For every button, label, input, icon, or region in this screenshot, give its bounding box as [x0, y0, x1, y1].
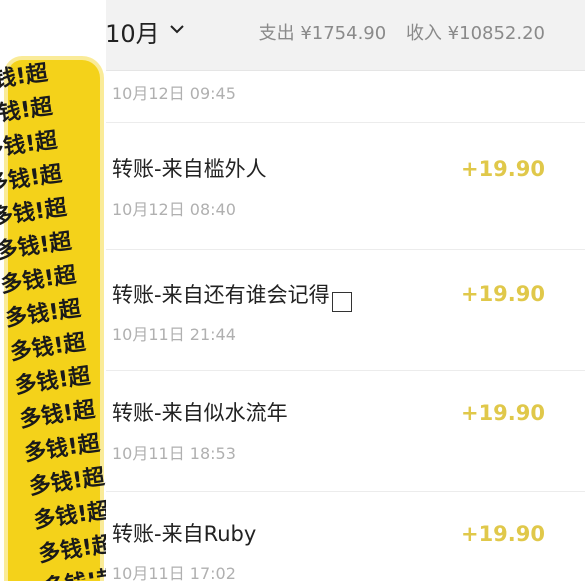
- expense-total: 支出 ¥1754.90: [258, 23, 387, 44]
- list-item[interactable]: 转账-来自Ruby +19.90 10月11日 17:02: [106, 491, 585, 583]
- sticker-overlay: 多钱!超多钱!超多钱!超多钱!超多钱!超多钱!超多钱!超多钱!超多钱!超多钱!超…: [0, 0, 106, 581]
- income-total: 收入 ¥10852.20: [405, 23, 545, 44]
- transaction-time: 10月12日 09:45: [112, 84, 236, 103]
- month-totals: 支出 ¥1754.90 收入 ¥10852.20: [259, 19, 545, 45]
- chevron-down-icon: [169, 24, 184, 34]
- transaction-amount: +19.90: [460, 401, 545, 425]
- transaction-time: 10月11日 18:53: [112, 444, 236, 463]
- transaction-time: 10月11日 21:44: [112, 325, 236, 344]
- transaction-time: 10月12日 08:40: [112, 200, 236, 219]
- transaction-time: 10月11日 17:02: [112, 564, 236, 583]
- list-item[interactable]: 10月12日 09:45: [106, 71, 585, 123]
- missing-glyph-box: [331, 292, 352, 312]
- transaction-amount: +19.90: [460, 157, 545, 181]
- transaction-amount: +19.90: [460, 282, 545, 306]
- transaction-title: 转账-来自似水流年: [112, 401, 288, 425]
- transaction-amount: +19.90: [460, 522, 545, 546]
- transaction-title: 转账-来自还有谁会记得: [112, 279, 352, 312]
- list-item[interactable]: 转账-来自还有谁会记得 +19.90 10月11日 21:44: [106, 249, 585, 370]
- transaction-title: 转账-来自Ruby: [112, 522, 257, 546]
- list-item[interactable]: 转账-来自似水流年 +19.90 10月11日 18:53: [106, 370, 585, 491]
- list-item[interactable]: 转账-来自槛外人 +19.90 10月12日 08:40: [106, 123, 585, 249]
- transaction-title: 转账-来自槛外人: [112, 157, 267, 181]
